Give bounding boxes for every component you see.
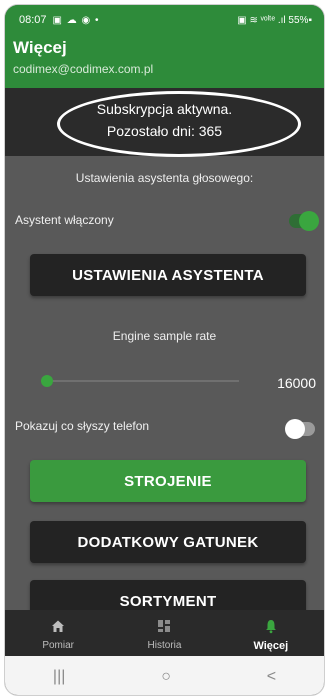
sample-rate-slider[interactable] xyxy=(40,375,239,387)
extra-species-button[interactable]: DODATKOWY GATUNEK xyxy=(30,521,306,563)
status-time: 08:07 xyxy=(19,14,47,26)
assistant-enabled-toggle[interactable] xyxy=(289,211,319,231)
toggle-knob xyxy=(285,419,305,439)
settings-content: Ustawienia asystenta głosowego: Asystent… xyxy=(5,156,324,622)
nav-label: Więcej xyxy=(253,640,289,652)
show-hearing-label: Pokazuj co słyszy telefon xyxy=(15,419,150,433)
assistant-section-label: Ustawienia asystenta głosowego: xyxy=(75,171,254,185)
back-icon[interactable]: < xyxy=(267,668,276,686)
app-bar: 08:07 ▣ ☁ ◉ • ▣ ≋ ᵛᵒˡᵗᵉ .ıl 55%▪ Więcej … xyxy=(5,5,324,88)
status-bar: 08:07 ▣ ☁ ◉ • ▣ ≋ ᵛᵒˡᵗᵉ .ıl 55%▪ xyxy=(5,5,324,35)
account-email: codimex@codimex.com.pl xyxy=(13,62,154,76)
status-system-icons: ▣ ≋ ᵛᵒˡᵗᵉ .ıl 55%▪ xyxy=(237,14,312,26)
bell-icon xyxy=(265,620,276,634)
nav-item-historia[interactable]: Historia xyxy=(111,610,217,656)
tuning-button[interactable]: STROJENIE xyxy=(30,460,306,502)
nav-item-pomiar[interactable]: Pomiar xyxy=(5,610,111,656)
home-icon xyxy=(52,620,65,632)
page-title: Więcej xyxy=(13,38,67,57)
home-button-icon[interactable]: ○ xyxy=(161,668,171,686)
nav-item-wiecej[interactable]: Więcej xyxy=(218,610,324,656)
sample-rate-label: Engine sample rate xyxy=(112,329,217,343)
phone-screen: 08:07 ▣ ☁ ◉ • ▣ ≋ ᵛᵒˡᵗᵉ .ıl 55%▪ Więcej … xyxy=(4,4,325,696)
assistant-settings-button[interactable]: USTAWIENIA ASYSTENTA xyxy=(30,254,306,296)
assistant-enabled-label: Asystent włączony xyxy=(15,213,114,227)
bottom-navigation: Pomiar Historia Więcej xyxy=(5,610,324,656)
toggle-knob xyxy=(299,211,319,231)
nav-label: Pomiar xyxy=(42,640,74,651)
grid-icon xyxy=(158,620,171,632)
highlight-oval xyxy=(57,91,301,157)
sample-rate-value: 16000 xyxy=(277,375,316,391)
slider-thumb[interactable] xyxy=(40,375,53,387)
status-notification-icons: ▣ ☁ ◉ • xyxy=(52,14,100,26)
recents-icon[interactable]: ||| xyxy=(53,668,65,686)
nav-label: Historia xyxy=(147,640,182,651)
system-navigation-bar: ||| ○ < xyxy=(5,656,324,695)
show-hearing-toggle[interactable] xyxy=(285,419,315,439)
